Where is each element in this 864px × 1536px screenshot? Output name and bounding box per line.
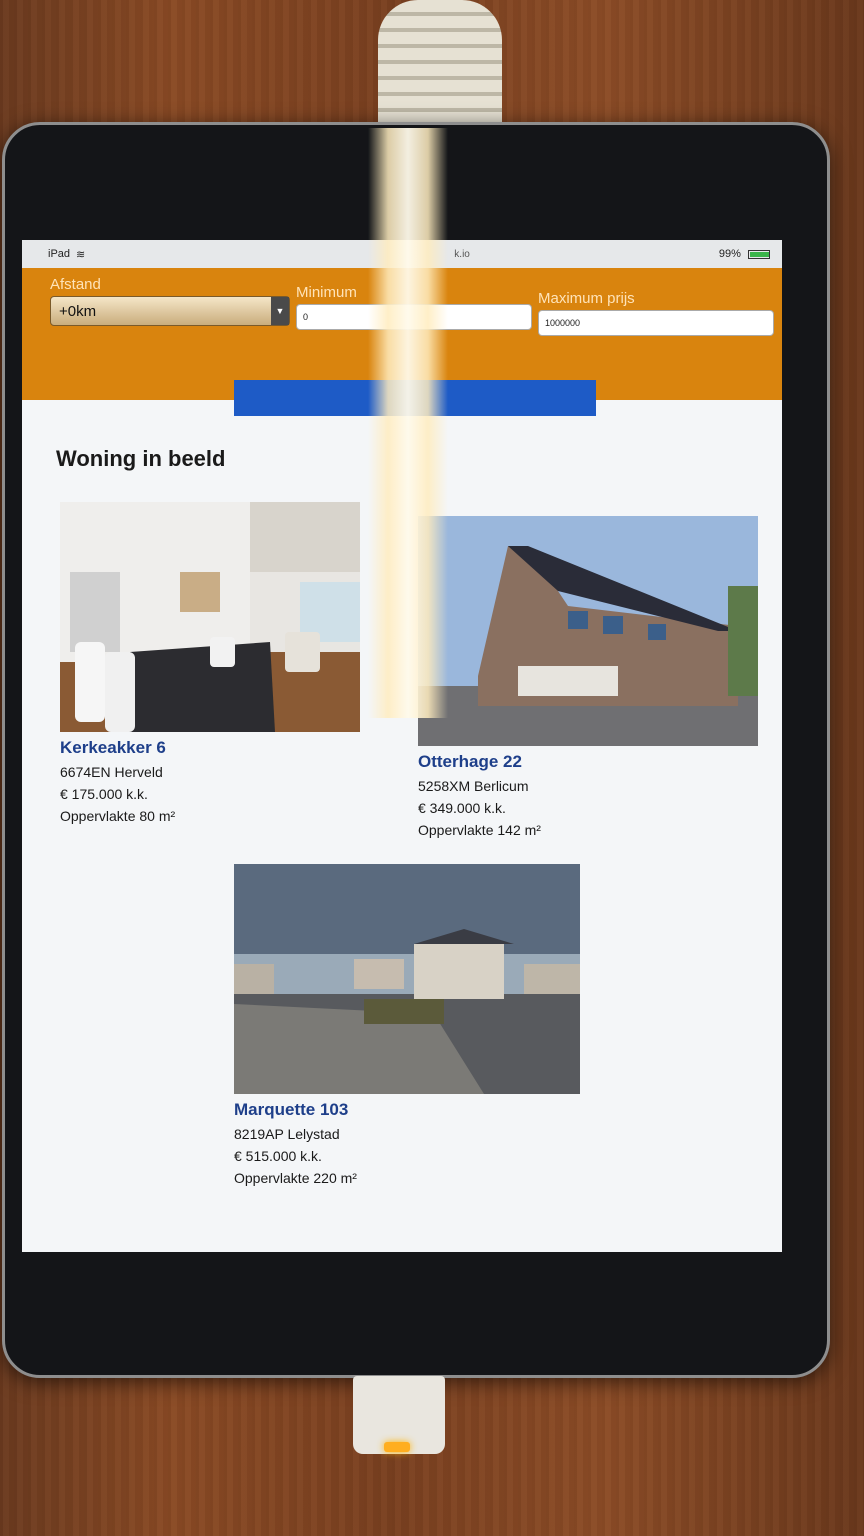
listing-title[interactable]: Marquette 103 bbox=[234, 1100, 580, 1120]
max-price-field: Maximum prijs bbox=[538, 288, 774, 336]
battery-icon bbox=[748, 249, 770, 259]
listing-grid: Kerkeakker 6 6674EN Herveld € 175.000 k.… bbox=[56, 502, 760, 1252]
house-photo bbox=[418, 516, 758, 746]
listing-photo[interactable] bbox=[234, 864, 580, 1094]
security-cable bbox=[378, 0, 502, 140]
main-content: Woning in beeld Kerkeakker 6 6674EN Herv… bbox=[22, 446, 782, 1252]
listing-address: 8219AP Lelystad bbox=[234, 1126, 340, 1142]
max-price-input[interactable] bbox=[538, 310, 774, 336]
listing-photo[interactable] bbox=[60, 502, 360, 732]
distance-value: +0km bbox=[59, 302, 97, 320]
distance-select[interactable]: +0km ▼ bbox=[50, 296, 290, 326]
listing-card[interactable]: Kerkeakker 6 6674EN Herveld € 175.000 k.… bbox=[60, 502, 360, 824]
chevron-down-icon: ▼ bbox=[271, 297, 289, 325]
min-price-label: Minimum bbox=[296, 284, 357, 301]
min-price-field: Minimum bbox=[296, 282, 532, 336]
search-filter-bar: Afstand +0km ▼ Minimum Maximum prijs bbox=[22, 268, 782, 416]
distance-field: Afstand +0km ▼ bbox=[50, 274, 290, 336]
search-button[interactable] bbox=[234, 380, 596, 416]
page-title: Woning in beeld bbox=[56, 446, 226, 471]
interior-photo bbox=[60, 502, 360, 732]
listing-card[interactable]: Otterhage 22 5258XM Berlicum € 349.000 k… bbox=[418, 516, 758, 838]
listing-title[interactable]: Otterhage 22 bbox=[418, 752, 758, 772]
listing-price: € 175.000 k.k. bbox=[60, 786, 148, 802]
tablet-screen: iPad ≋ k.io 99% Afstand +0km ▼ Minimum M… bbox=[22, 240, 782, 1252]
listing-title[interactable]: Kerkeakker 6 bbox=[60, 738, 360, 758]
ios-status-bar: iPad ≋ k.io 99% bbox=[22, 240, 782, 268]
url-text: k.io bbox=[454, 248, 470, 260]
listing-area: Oppervlakte 142 m² bbox=[418, 822, 541, 838]
wifi-icon: ≋ bbox=[76, 248, 86, 261]
listing-price: € 349.000 k.k. bbox=[418, 800, 506, 816]
max-price-label: Maximum prijs bbox=[538, 290, 635, 307]
listing-area: Oppervlakte 80 m² bbox=[60, 808, 176, 824]
distance-label: Afstand bbox=[50, 276, 101, 293]
listing-address: 5258XM Berlicum bbox=[418, 778, 529, 794]
min-price-input[interactable] bbox=[296, 304, 532, 330]
device-label: iPad bbox=[48, 248, 71, 260]
battery-percent: 99% bbox=[718, 248, 741, 260]
listing-card[interactable]: Marquette 103 8219AP Lelystad € 515.000 … bbox=[234, 864, 580, 1186]
listing-photo[interactable] bbox=[418, 516, 758, 746]
listing-address: 6674EN Herveld bbox=[60, 764, 163, 780]
listing-price: € 515.000 k.k. bbox=[234, 1148, 322, 1164]
charging-led bbox=[384, 1442, 410, 1452]
street-photo bbox=[234, 864, 580, 1094]
listing-area: Oppervlakte 220 m² bbox=[234, 1170, 357, 1186]
